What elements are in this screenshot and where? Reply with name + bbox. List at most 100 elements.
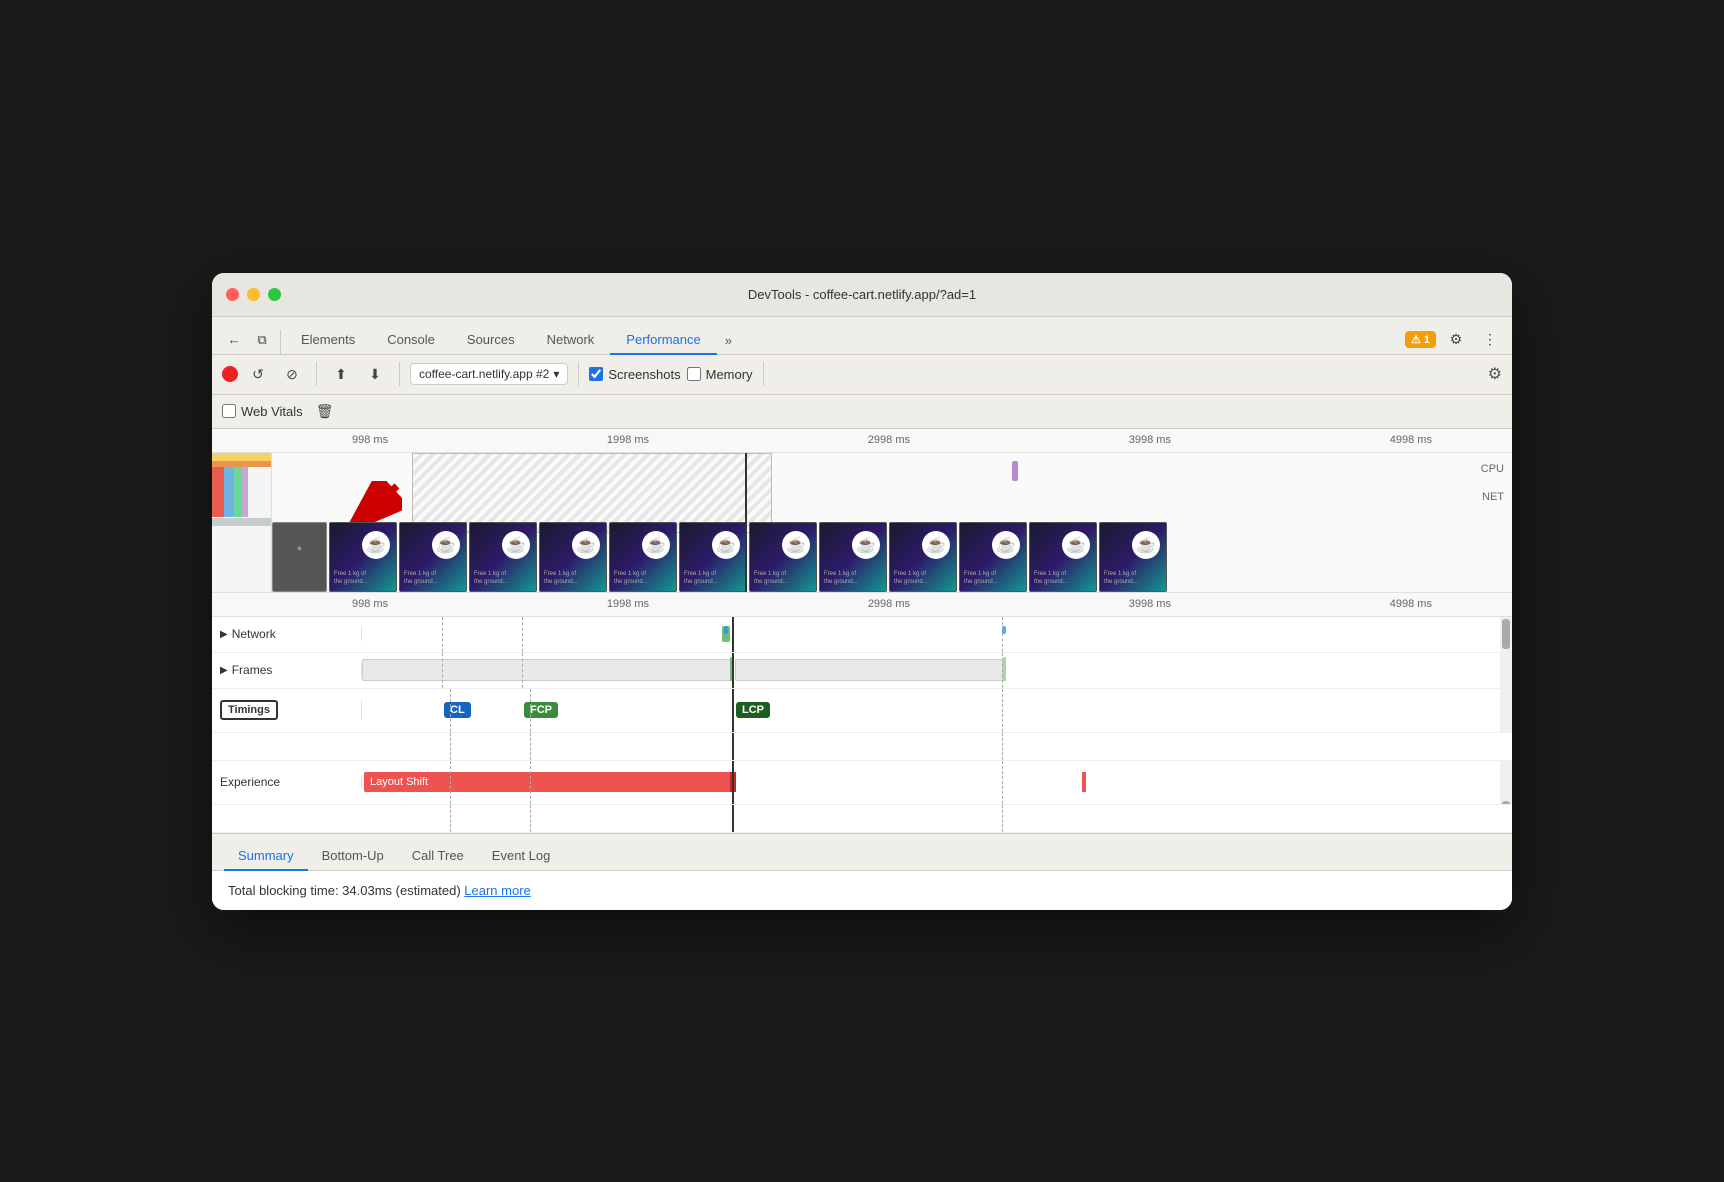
network-track-content[interactable] (362, 617, 1512, 652)
dashed-timings-3 (1002, 689, 1003, 732)
solid-timings-1 (732, 689, 734, 732)
dashed-spacer2-2 (530, 805, 531, 832)
cl-badge: CL (444, 702, 471, 718)
overview-left (212, 453, 272, 592)
status-bar: Total blocking time: 34.03ms (estimated)… (212, 871, 1512, 910)
copy-icon[interactable]: ⧉ (248, 326, 276, 354)
maximize-button[interactable] (268, 288, 281, 301)
web-vitals-checkbox[interactable]: Web Vitals (222, 404, 303, 419)
memory-checkbox[interactable]: Memory (687, 367, 753, 382)
more-options-icon[interactable]: ⋮ (1476, 326, 1504, 354)
frames-expand-icon[interactable]: ▶ (220, 665, 228, 676)
dashed-frames-1 (442, 653, 443, 688)
dashed-exp-1 (450, 761, 451, 804)
sep1 (280, 330, 281, 354)
screenshot-thumb: ☕ Free 1 kg ofthe ground... (679, 522, 747, 592)
solid-spacer-1 (732, 733, 734, 760)
back-icon[interactable]: ← (220, 326, 248, 354)
network-expand-icon[interactable]: ▶ (220, 629, 228, 640)
dashed-spacer2-3 (1002, 805, 1003, 832)
window-title: DevTools - coffee-cart.netlify.app/?ad=1 (748, 287, 976, 302)
web-vitals-bar: Web Vitals 🗑 (212, 395, 1512, 429)
web-vitals-input[interactable] (222, 404, 236, 418)
clear-icon[interactable]: ⊘ (278, 360, 306, 388)
screenshot-thumb: ☕ Free 1 kg ofthe ground... (399, 522, 467, 592)
tab-network[interactable]: Network (531, 326, 611, 355)
spacer-content (362, 733, 1512, 760)
memory-input[interactable] (687, 367, 701, 381)
url-chip[interactable]: coffee-cart.netlify.app #2 ▾ (410, 363, 568, 385)
dashed-spacer2-1 (450, 805, 451, 832)
net-label: NET (1482, 491, 1504, 503)
warning-icon: ⚠ (1411, 333, 1421, 346)
lcp-badge: LCP (736, 702, 770, 718)
screenshot-thumb: ☕ Free 1 kg ofthe ground... (1029, 522, 1097, 592)
minimize-button[interactable] (247, 288, 260, 301)
spacer-content-2 (362, 805, 1512, 832)
traffic-lights (226, 288, 281, 301)
dashed-spacer-3 (1002, 733, 1003, 760)
frames-track-label: ▶ Frames (212, 663, 362, 677)
experience-track: Experience Layout Shift (212, 761, 1512, 805)
tab-performance[interactable]: Performance (610, 326, 716, 355)
bottom-tabs: Summary Bottom-Up Call Tree Event Log (212, 833, 1512, 871)
settings-icon[interactable]: ⚙ (1442, 326, 1470, 354)
screenshot-thumb: ☕ Free 1 kg ofthe ground... (959, 522, 1027, 592)
solid-frames-1 (732, 653, 734, 688)
timings-track-content[interactable]: CL FCP LCP (362, 689, 1512, 732)
dashed-line-3 (1002, 617, 1003, 652)
layout-shift-small-bar-2 (1082, 772, 1086, 792)
url-text: coffee-cart.netlify.app #2 (419, 367, 549, 381)
network-bar-2 (724, 626, 728, 634)
more-tabs-button[interactable]: » (717, 327, 740, 354)
solid-exp-1 (732, 761, 734, 804)
record-bar: ↺ ⊘ ⬆ ⬇ coffee-cart.netlify.app #2 ▾ Scr… (212, 355, 1512, 395)
record-settings-icon[interactable]: ⚙ (1488, 364, 1502, 384)
tab-right-actions: ⚠ 1 ⚙ ⋮ (1405, 326, 1504, 354)
screenshot-thumb: ● (272, 522, 327, 592)
warning-badge[interactable]: ⚠ 1 (1405, 331, 1436, 348)
devtools-window: DevTools - coffee-cart.netlify.app/?ad=1… (212, 273, 1512, 910)
screenshot-thumb: ☕ Free 1 kg ofthe ground... (749, 522, 817, 592)
trash-icon[interactable]: 🗑 (311, 397, 339, 425)
screenshot-thumb: ☕ Free 1 kg ofthe ground... (539, 522, 607, 592)
record-sep1 (316, 362, 317, 386)
upload-icon[interactable]: ⬆ (327, 360, 355, 388)
layout-shift-bar: Layout Shift (364, 772, 732, 792)
timings-track: Timings CL FCP LCP (212, 689, 1512, 733)
tab-sources[interactable]: Sources (451, 326, 531, 355)
record-button[interactable] (222, 366, 238, 382)
experience-track-content[interactable]: Layout Shift (362, 761, 1512, 804)
reload-icon[interactable]: ↺ (244, 360, 272, 388)
tab-elements[interactable]: Elements (285, 326, 371, 355)
screenshots-input[interactable] (589, 367, 603, 381)
timeline-content[interactable]: CPU NET ● ☕ Free 1 kg ofthe ground... (212, 453, 1512, 593)
network-track: ▶ Network (212, 617, 1512, 653)
tab-call-tree[interactable]: Call Tree (398, 842, 478, 871)
dashed-exp-3 (1002, 761, 1003, 804)
screenshots-checkbox[interactable]: Screenshots (589, 367, 680, 382)
dashed-frames-2 (522, 653, 523, 688)
tab-console[interactable]: Console (371, 326, 451, 355)
screenshots-row: ● ☕ Free 1 kg ofthe ground... ☕ Free 1 k… (272, 520, 1492, 592)
record-sep4 (763, 362, 764, 386)
dashed-spacer-1 (450, 733, 451, 760)
record-sep2 (399, 362, 400, 386)
screenshot-thumb: ☕ Free 1 kg ofthe ground... (329, 522, 397, 592)
titlebar: DevTools - coffee-cart.netlify.app/?ad=1 (212, 273, 1512, 317)
dashed-timings-1 (450, 689, 451, 732)
close-button[interactable] (226, 288, 239, 301)
screenshot-thumb: ☕ Free 1 kg ofthe ground... (609, 522, 677, 592)
tab-event-log[interactable]: Event Log (478, 842, 565, 871)
download-icon[interactable]: ⬇ (361, 360, 389, 388)
timeline-overview: 998 ms 1998 ms 2998 ms 3998 ms 4998 ms (212, 429, 1512, 617)
frames-track-content[interactable]: ms 1933.3 ms 1433.3 ms (362, 653, 1512, 688)
tab-summary[interactable]: Summary (224, 842, 308, 871)
timings-track-label: Timings (212, 700, 362, 720)
dashed-frames-3 (1002, 653, 1003, 688)
dashed-timings-2 (530, 689, 531, 732)
cpu-label: CPU (1481, 463, 1504, 475)
tab-bottom-up[interactable]: Bottom-Up (308, 842, 398, 871)
network-track-label: ▶ Network (212, 627, 362, 641)
learn-more-link[interactable]: Learn more (464, 883, 530, 898)
